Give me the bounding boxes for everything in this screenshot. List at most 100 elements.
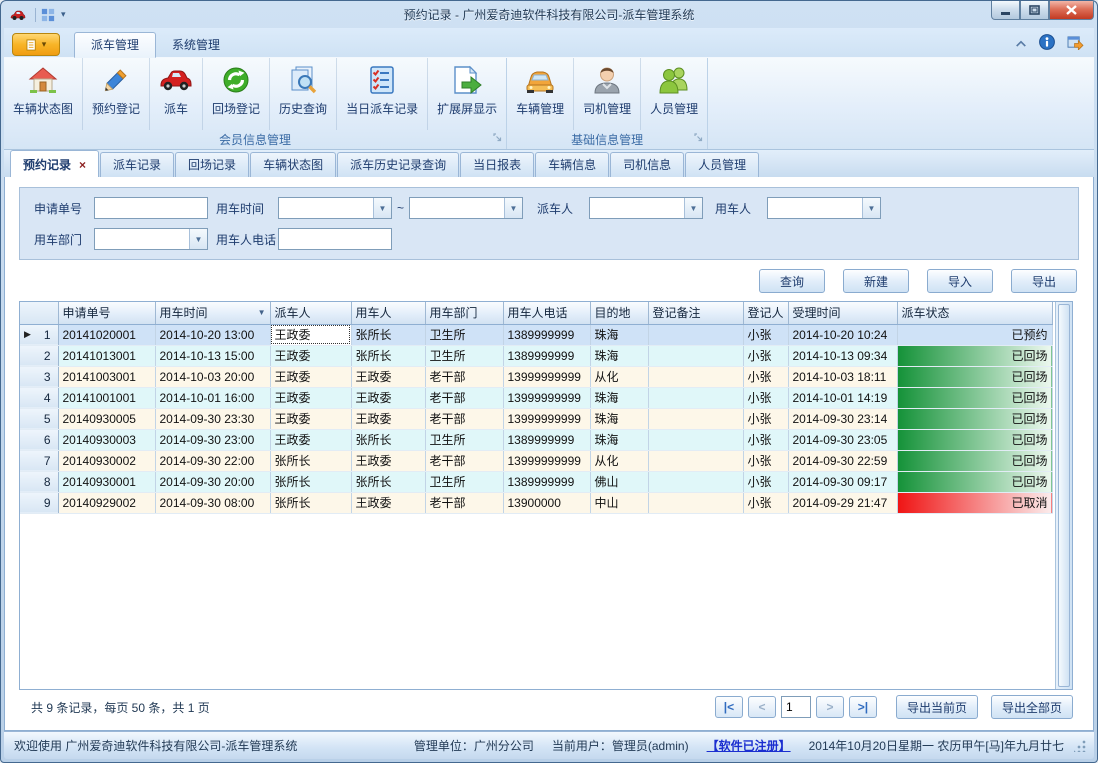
- cell-dispatcher[interactable]: 王政委: [270, 408, 351, 429]
- minimize-button[interactable]: [991, 1, 1020, 20]
- ribbon-button-today-dispatch-records[interactable]: 当日派车记录: [337, 58, 428, 130]
- column-header-dest[interactable]: 目的地: [590, 302, 648, 324]
- new-button[interactable]: 新建: [843, 269, 909, 293]
- phone-input[interactable]: [278, 228, 392, 250]
- cell-order_no[interactable]: 20141003001: [58, 366, 155, 387]
- close-tab-icon[interactable]: ×: [79, 158, 86, 172]
- layout-grid-icon[interactable]: [41, 8, 55, 22]
- cell-order_no[interactable]: 20141013001: [58, 345, 155, 366]
- export-current-page-button[interactable]: 导出当前页: [896, 695, 978, 719]
- cell-status[interactable]: 已回场: [897, 387, 1052, 408]
- cell-phone[interactable]: 13999999999: [503, 450, 590, 471]
- cell-user[interactable]: 张所长: [351, 324, 425, 345]
- cell-status[interactable]: 已取消: [897, 492, 1052, 513]
- cell-use_time[interactable]: 2014-10-01 16:00: [155, 387, 270, 408]
- dropdown-arrow-icon[interactable]: ▼: [504, 198, 522, 218]
- cell-dispatcher[interactable]: 王政委: [270, 366, 351, 387]
- cell-dest[interactable]: 珠海: [590, 387, 648, 408]
- dropdown-arrow-icon[interactable]: ▼: [684, 198, 702, 218]
- cell-accept_time[interactable]: 2014-09-30 09:17: [788, 471, 897, 492]
- cell-accept_time[interactable]: 2014-10-13 09:34: [788, 345, 897, 366]
- use-time-to-combo[interactable]: ▼: [409, 197, 523, 219]
- cell-use_time[interactable]: 2014-10-20 13:00: [155, 324, 270, 345]
- cell-accept_time[interactable]: 2014-10-20 10:24: [788, 324, 897, 345]
- table-row[interactable]: 2201410130012014-10-13 15:00王政委张所长卫生所138…: [20, 345, 1052, 366]
- cell-remark[interactable]: [648, 324, 743, 345]
- cell-registrar[interactable]: 小张: [743, 324, 788, 345]
- doc-tab[interactable]: 回场记录: [175, 152, 249, 177]
- select-all-header[interactable]: [20, 302, 58, 324]
- dept-combo[interactable]: ▼: [94, 228, 208, 250]
- row-selector[interactable]: 2: [20, 345, 58, 366]
- sort-filter-icon[interactable]: ▼: [258, 308, 266, 317]
- table-row[interactable]: 4201410010012014-10-01 16:00王政委王政委老干部139…: [20, 387, 1052, 408]
- cell-use_time[interactable]: 2014-09-30 23:30: [155, 408, 270, 429]
- cell-dept[interactable]: 卫生所: [425, 324, 503, 345]
- table-row[interactable]: 3201410030012014-10-03 20:00王政委王政委老干部139…: [20, 366, 1052, 387]
- cell-dest[interactable]: 珠海: [590, 408, 648, 429]
- cell-dept[interactable]: 卫生所: [425, 429, 503, 450]
- row-selector[interactable]: ▶1: [20, 324, 58, 345]
- dropdown-arrow-icon[interactable]: ▼: [189, 229, 207, 249]
- cell-dest[interactable]: 佛山: [590, 471, 648, 492]
- dropdown-caret-icon[interactable]: ▾: [61, 9, 66, 20]
- user-combo[interactable]: ▼: [767, 197, 881, 219]
- cell-order_no[interactable]: 20141001001: [58, 387, 155, 408]
- close-button[interactable]: [1049, 1, 1094, 20]
- cell-registrar[interactable]: 小张: [743, 429, 788, 450]
- cell-phone[interactable]: 13999999999: [503, 387, 590, 408]
- cell-dept[interactable]: 老干部: [425, 366, 503, 387]
- ribbon-button-vehicle-management[interactable]: 车辆管理: [507, 58, 574, 130]
- table-row[interactable]: 7201409300022014-09-30 22:00张所长王政委老干部139…: [20, 450, 1052, 471]
- scrollbar-thumb[interactable]: [1058, 304, 1070, 687]
- cell-registrar[interactable]: 小张: [743, 387, 788, 408]
- cell-accept_time[interactable]: 2014-09-30 22:59: [788, 450, 897, 471]
- dropdown-arrow-icon[interactable]: ▼: [862, 198, 880, 218]
- resize-grip[interactable]: [1074, 740, 1086, 752]
- cell-user[interactable]: 张所长: [351, 345, 425, 366]
- cell-remark[interactable]: [648, 387, 743, 408]
- restore-button[interactable]: [1020, 1, 1049, 20]
- cell-dispatcher[interactable]: 王政委: [270, 429, 351, 450]
- row-selector[interactable]: 8: [20, 471, 58, 492]
- cell-remark[interactable]: [648, 450, 743, 471]
- cell-accept_time[interactable]: 2014-09-29 21:47: [788, 492, 897, 513]
- column-header-phone[interactable]: 用车人电话: [503, 302, 590, 324]
- ribbon-tab-dispatch[interactable]: 派车管理: [74, 32, 156, 58]
- doc-tab[interactable]: 车辆信息: [535, 152, 609, 177]
- cell-order_no[interactable]: 20140930005: [58, 408, 155, 429]
- cell-status[interactable]: 已回场: [897, 429, 1052, 450]
- table-row[interactable]: ▶1201410200012014-10-20 13:00王政委张所长卫生所13…: [20, 324, 1052, 345]
- cell-registrar[interactable]: 小张: [743, 450, 788, 471]
- vertical-scrollbar[interactable]: [1055, 302, 1072, 689]
- column-header-status[interactable]: 派车状态: [897, 302, 1052, 324]
- ribbon-button-history-query[interactable]: 历史查询: [270, 58, 337, 130]
- cell-dept[interactable]: 老干部: [425, 492, 503, 513]
- cell-phone[interactable]: 1389999999: [503, 471, 590, 492]
- row-selector[interactable]: 4: [20, 387, 58, 408]
- cell-accept_time[interactable]: 2014-10-03 18:11: [788, 366, 897, 387]
- cell-user[interactable]: 张所长: [351, 429, 425, 450]
- doc-tab[interactable]: 派车记录: [100, 152, 174, 177]
- cell-dest[interactable]: 珠海: [590, 345, 648, 366]
- row-selector[interactable]: 3: [20, 366, 58, 387]
- row-selector[interactable]: 7: [20, 450, 58, 471]
- cell-user[interactable]: 王政委: [351, 366, 425, 387]
- cell-phone[interactable]: 13999999999: [503, 408, 590, 429]
- column-header-accept_time[interactable]: 受理时间: [788, 302, 897, 324]
- cell-dept[interactable]: 卫生所: [425, 471, 503, 492]
- next-page-button[interactable]: >: [816, 696, 844, 718]
- prev-page-button[interactable]: <: [748, 696, 776, 718]
- cell-phone[interactable]: 1389999999: [503, 324, 590, 345]
- table-row[interactable]: 8201409300012014-09-30 20:00张所长张所长卫生所138…: [20, 471, 1052, 492]
- cell-registrar[interactable]: 小张: [743, 345, 788, 366]
- doc-tab[interactable]: 人员管理: [685, 152, 759, 177]
- cell-use_time[interactable]: 2014-09-30 23:00: [155, 429, 270, 450]
- first-page-button[interactable]: |<: [715, 696, 743, 718]
- cell-order_no[interactable]: 20140930001: [58, 471, 155, 492]
- cell-phone[interactable]: 1389999999: [503, 345, 590, 366]
- cell-use_time[interactable]: 2014-09-30 08:00: [155, 492, 270, 513]
- ribbon-button-dispatch[interactable]: 派车: [150, 58, 203, 130]
- cell-remark[interactable]: [648, 471, 743, 492]
- use-time-from-combo[interactable]: ▼: [278, 197, 392, 219]
